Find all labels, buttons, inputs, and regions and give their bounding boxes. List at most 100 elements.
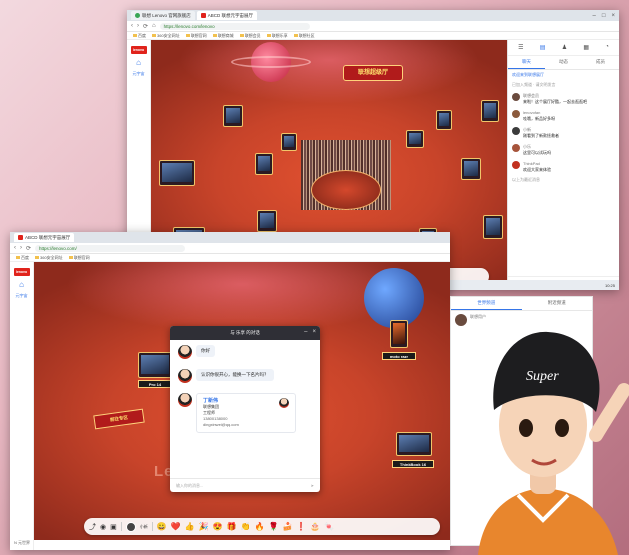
close-icon[interactable]: × xyxy=(312,329,316,335)
bookmark-item[interactable]: 百度 xyxy=(16,255,29,261)
chat-message: lenovofan 哇哦，新品好多呀 xyxy=(508,107,619,124)
card-email: dingxinwei@qq.com xyxy=(203,422,239,427)
booth-screen[interactable] xyxy=(406,130,424,148)
maximize-icon[interactable]: □ xyxy=(602,13,606,19)
bookmark-item[interactable]: 360安全网址 xyxy=(152,33,180,39)
booth-screen[interactable] xyxy=(255,153,273,175)
scene-sign-left[interactable]: 前往专区 xyxy=(93,408,145,430)
share-icon[interactable]: ⤴ xyxy=(89,522,96,532)
system-message: 欢迎来到联想展厅 xyxy=(512,72,544,77)
tab-members[interactable]: 成员 xyxy=(582,56,619,69)
emoji-button[interactable]: 🎁 xyxy=(227,522,237,531)
avatar[interactable] xyxy=(178,345,192,359)
avatar[interactable] xyxy=(125,521,136,532)
favicon-icon xyxy=(200,13,206,18)
booth-screen[interactable] xyxy=(159,160,195,186)
bookmarks-bar: 百度 360安全网址 联想官网 联想商城 联想会员 联想乐享 联想社区 xyxy=(127,32,619,40)
booth-screen[interactable] xyxy=(481,100,499,122)
emoji-button[interactable]: 🔥 xyxy=(255,522,265,531)
nav-label: 元宇宙 xyxy=(15,293,28,298)
dialog-message: 认识你很开心，能换一下名片吗？ xyxy=(170,364,320,388)
browser-tab-active[interactable]: ABCD 联想元宇宙展厅 xyxy=(196,11,258,20)
reload-icon[interactable]: ⟳ xyxy=(26,245,31,252)
user-icon[interactable]: ♟ xyxy=(562,44,567,51)
avatar[interactable] xyxy=(512,144,520,152)
close-icon[interactable]: × xyxy=(611,13,615,19)
emoji-button[interactable]: 🍬 xyxy=(324,522,334,531)
tab-nearby-channel[interactable]: 附近频道 xyxy=(522,297,593,310)
emoji-button[interactable]: 🍰 xyxy=(282,522,292,531)
emoji-button[interactable]: ❗ xyxy=(296,522,306,531)
chat-text: 哇哦，新品好多呀 xyxy=(523,115,555,121)
emoji-button[interactable]: 🎉 xyxy=(199,522,209,531)
avatar-shirt xyxy=(478,488,618,555)
forward-icon[interactable]: › xyxy=(20,245,22,251)
menu-icon[interactable]: ☰ xyxy=(518,44,523,51)
minimize-icon[interactable]: – xyxy=(593,13,596,19)
home-nav-icon[interactable]: ⌂ xyxy=(136,58,141,67)
booth-screen[interactable] xyxy=(257,210,277,232)
booth-screen[interactable] xyxy=(223,105,243,127)
back-icon[interactable]: ‹ xyxy=(131,23,133,29)
bookmark-item[interactable]: 360安全网址 xyxy=(35,255,63,261)
profile-icon[interactable]: ◔ xyxy=(605,44,609,51)
emoji-button[interactable]: ❤️ xyxy=(171,522,181,531)
emoji-button[interactable]: 🎂 xyxy=(310,522,320,531)
bookmark-item[interactable]: 联想官网 xyxy=(186,33,207,39)
bookmarks-bar: 百度 360安全网址 联想官网 xyxy=(10,254,450,262)
avatar[interactable] xyxy=(512,110,520,118)
bookmark-item[interactable]: 百度 xyxy=(133,33,146,39)
avatar[interactable] xyxy=(512,161,520,169)
emoji-button[interactable]: 🌹 xyxy=(268,522,278,531)
home-icon[interactable]: ⌂ xyxy=(152,23,156,29)
chat-icon[interactable]: ▤ xyxy=(540,44,546,51)
tab-world-channel[interactable]: 世界频道 xyxy=(451,297,522,310)
home-nav-icon[interactable]: ⌂ xyxy=(19,280,24,289)
emoji-button[interactable]: 👍 xyxy=(185,522,195,531)
chat-sender: 联想用户 xyxy=(470,314,486,319)
emoji-button[interactable]: 😀 xyxy=(157,522,167,531)
reload-icon[interactable]: ⟳ xyxy=(143,23,148,30)
camera-icon[interactable]: ◉ xyxy=(100,523,106,531)
booth-screen[interactable] xyxy=(483,215,503,239)
back-icon[interactable]: ‹ xyxy=(14,245,16,251)
booth-screen[interactable] xyxy=(461,158,481,180)
tab-chat[interactable]: 聊天 xyxy=(508,56,545,69)
lenovo-logo: lenovo xyxy=(13,268,30,276)
avatar[interactable] xyxy=(178,369,192,383)
bookmark-item[interactable]: 联想商城 xyxy=(213,33,234,39)
avatar[interactable] xyxy=(178,393,192,407)
chat-text: 刚看到了新款拯救者 xyxy=(523,132,559,138)
booth-screen[interactable] xyxy=(138,352,172,378)
booth-screen[interactable] xyxy=(390,320,408,348)
avatar[interactable] xyxy=(512,127,520,135)
minimize-icon[interactable]: – xyxy=(304,329,307,335)
screenshot-icon[interactable]: ▣ xyxy=(110,523,117,531)
tab-feed[interactable]: 动态 xyxy=(545,56,582,69)
business-card[interactable]: 丁新伟 联想集团 工程师 13800138000 dingxinwei@qq.c… xyxy=(196,393,296,433)
dialog-input[interactable]: 输入你的消息... ➤ xyxy=(170,478,320,492)
tab-label: 联想 Lenovo 官网旗舰店 xyxy=(142,12,191,18)
booth-screen[interactable] xyxy=(396,432,432,456)
bookmark-item[interactable]: 联想官网 xyxy=(69,255,90,261)
send-icon[interactable]: ➤ xyxy=(311,483,314,488)
emoji-button[interactable]: 😍 xyxy=(213,522,223,531)
browser-tab[interactable]: 联想 Lenovo 官网旗舰店 xyxy=(131,11,195,20)
bookmark-item[interactable]: 联想乐享 xyxy=(267,33,288,39)
grid-icon[interactable]: ▦ xyxy=(583,44,589,51)
emoji-button[interactable]: 👏 xyxy=(241,522,251,531)
url-field[interactable]: https://lenovo.com/lenovo xyxy=(159,22,310,30)
user-name: 小新 xyxy=(139,523,148,529)
bookmark-item[interactable]: 联想会员 xyxy=(240,33,261,39)
booth-screen[interactable] xyxy=(281,133,297,151)
url-field[interactable]: https://lenovo.com/ xyxy=(35,244,186,252)
dialog-message: 你好 xyxy=(170,340,320,364)
bookmark-item[interactable]: 联想社区 xyxy=(294,33,315,39)
forward-icon[interactable]: › xyxy=(137,23,139,29)
booth-screen[interactable] xyxy=(436,110,452,130)
avatar-eye xyxy=(519,419,533,437)
chat-message: 联想会员 来啦！这个展厅好酷，一起去逛逛吧 xyxy=(508,90,619,107)
avatar[interactable] xyxy=(512,93,520,101)
browser-tab-active[interactable]: ABCD 联想元宇宙展厅 xyxy=(14,233,75,242)
favicon-icon xyxy=(135,13,140,18)
